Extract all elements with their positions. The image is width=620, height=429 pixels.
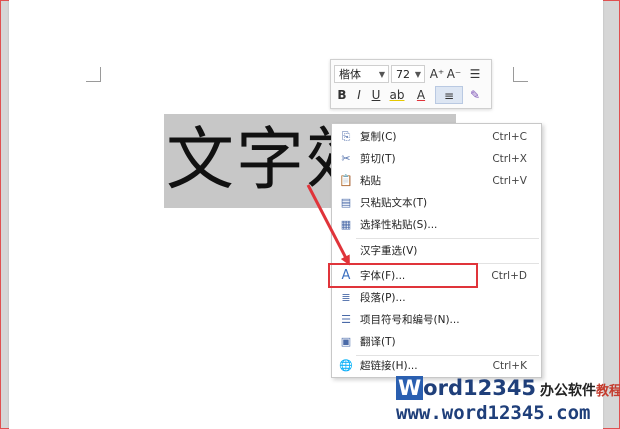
watermark-brand-cn2: 教程 <box>596 384 620 399</box>
annotation-arrow <box>306 184 350 266</box>
watermark-url: www.word12345.com <box>396 402 591 424</box>
watermark-brand-rest: ord12345 <box>423 376 537 400</box>
watermark-brand-cn1: 办公软件 <box>540 383 597 399</box>
watermark-brand: Word12345 办公软件教程 <box>396 376 620 400</box>
watermark-brand-w: W <box>396 376 424 400</box>
